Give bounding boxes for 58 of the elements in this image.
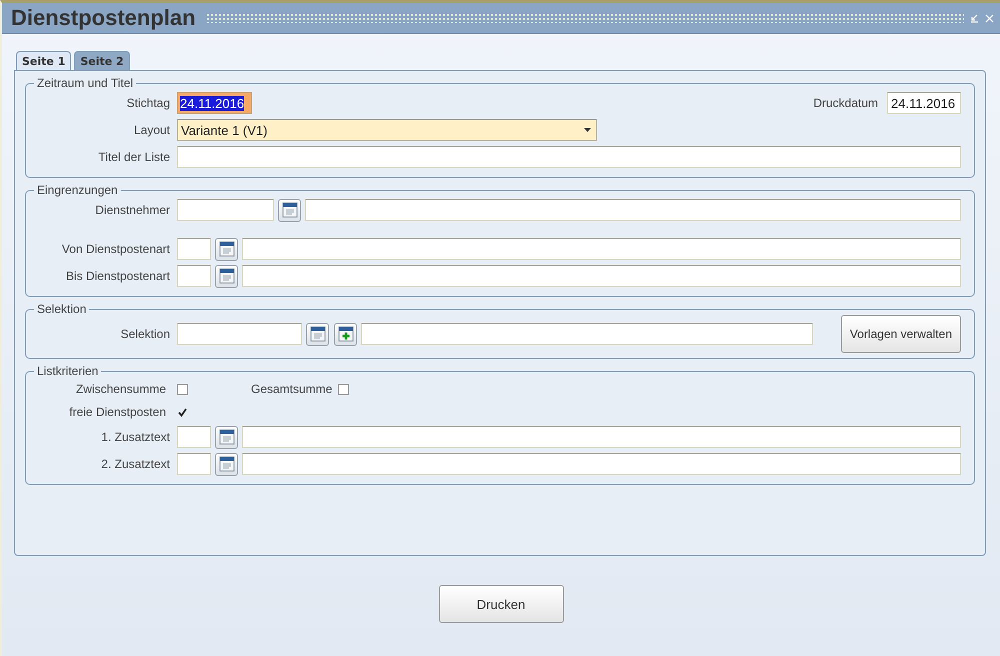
code-field[interactable]: [177, 199, 274, 221]
description-field[interactable]: [361, 323, 813, 345]
list-icon: [218, 455, 236, 473]
code-field[interactable]: [177, 238, 211, 260]
checkbox-label: Zwischensumme: [74, 382, 167, 396]
lookup-button[interactable]: [215, 238, 238, 260]
checkbox[interactable]: [338, 384, 350, 394]
checkbox-label: Gesamtsumme: [251, 382, 332, 396]
description-field[interactable]: [242, 265, 961, 287]
field-label: 1. Zusatztext: [100, 430, 171, 444]
minimize-icon[interactable]: [970, 14, 979, 22]
field-label: Druckdatum: [813, 96, 878, 110]
lookup-button[interactable]: [278, 198, 301, 222]
plus-icon: [336, 325, 354, 343]
description-field[interactable]: [242, 453, 961, 475]
group-title: Selektion: [36, 302, 88, 316]
print-button[interactable]: Drucken: [438, 585, 564, 623]
description-field[interactable]: [305, 199, 961, 221]
field-label: Stichtag: [126, 96, 171, 110]
text-field[interactable]: [177, 146, 961, 168]
group-title: Zeitraum und Titel: [36, 76, 134, 90]
code-field[interactable]: [177, 265, 211, 287]
lookup-button[interactable]: [215, 264, 238, 288]
list-icon: [280, 201, 298, 219]
tab[interactable]: Seite 1: [16, 51, 72, 70]
date-field[interactable]: 24.11.2016: [887, 92, 961, 114]
checkbox-label: freie Dienstposten: [68, 405, 167, 419]
field-label: Dienstnehmer: [94, 203, 171, 217]
list-icon: [308, 325, 326, 343]
field-label: Selektion: [120, 327, 171, 341]
checkbox[interactable]: [177, 384, 188, 394]
field-label: Titel der Liste: [97, 150, 171, 164]
window-title: Dienstpostenplan: [11, 5, 196, 31]
tab[interactable]: Seite 2: [74, 51, 130, 70]
lookup-button[interactable]: [306, 322, 329, 346]
close-icon[interactable]: [985, 14, 994, 22]
checkbox[interactable]: [177, 406, 188, 418]
add-button[interactable]: [334, 322, 357, 346]
group-title: Listkriterien: [36, 364, 100, 378]
list-icon: [218, 428, 236, 446]
code-field[interactable]: [177, 323, 302, 345]
list-icon: [218, 240, 236, 258]
code-field[interactable]: [177, 453, 211, 475]
description-field[interactable]: [242, 238, 961, 260]
field-label: Layout: [132, 123, 171, 137]
manage-templates-button[interactable]: Vorlagen verwalten: [840, 315, 961, 353]
lookup-button[interactable]: [215, 426, 238, 448]
group-title: Eingrenzungen: [36, 183, 119, 197]
field-label: Bis Dienstpostenart: [64, 269, 171, 283]
field-label: 2. Zusatztext: [100, 457, 171, 471]
list-icon: [218, 267, 236, 285]
caret-icon: [584, 128, 591, 132]
layout-dropdown[interactable]: Variante 1 (V1): [177, 119, 597, 141]
lookup-button[interactable]: [215, 452, 238, 476]
field-label: Von Dienstpostenart: [60, 242, 171, 256]
description-field[interactable]: [242, 426, 961, 448]
date-field[interactable]: 24.11.2016: [177, 92, 252, 114]
code-field[interactable]: [177, 426, 211, 448]
